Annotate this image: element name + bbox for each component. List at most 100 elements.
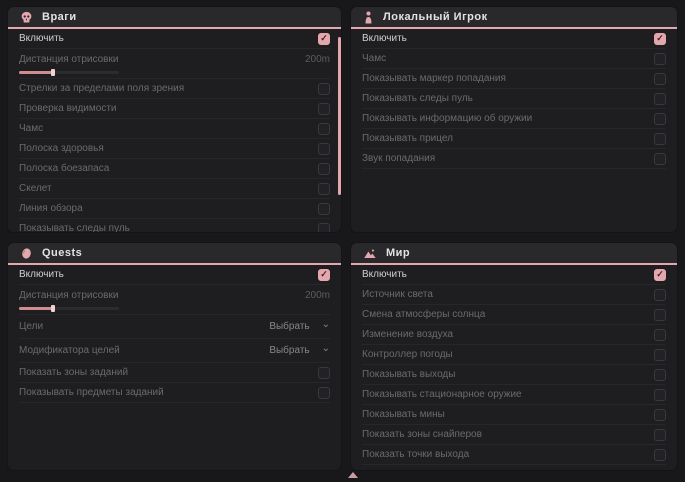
setting-row[interactable]: Звук попадания [362, 149, 666, 169]
checkbox[interactable]: ✓ [318, 33, 330, 45]
setting-row[interactable]: Включить ✓ [19, 265, 330, 285]
setting-label: Чамс [19, 123, 43, 134]
setting-row[interactable]: Смена атмосферы солнца [362, 305, 666, 325]
checkbox[interactable] [654, 289, 666, 301]
panel-enemies: Враги Включить✓ Дистанция отрисовки 200m Ст… [8, 7, 341, 232]
slider-value: 200m [305, 54, 330, 65]
checkbox[interactable] [318, 103, 330, 115]
setting-row[interactable]: Показывать выходы [362, 365, 666, 385]
person-icon [363, 11, 374, 24]
setting-row[interactable]: Показывать следы пуль [362, 89, 666, 109]
checkbox[interactable] [654, 409, 666, 421]
panel-local-player-header[interactable]: Локальный Игрок [351, 7, 677, 29]
scroll-up-indicator-icon[interactable] [348, 472, 358, 478]
checkbox[interactable] [654, 113, 666, 125]
panel-world-header[interactable]: Мир [351, 243, 677, 265]
setting-row[interactable]: Чамс [362, 49, 666, 69]
setting-row[interactable]: Проверка видимости [19, 99, 330, 119]
checkbox[interactable] [654, 93, 666, 105]
setting-label: Показывать предметы заданий [19, 387, 164, 398]
checkbox[interactable] [654, 133, 666, 145]
scrollbar-thumb[interactable] [338, 37, 341, 195]
setting-row[interactable]: Показывать маркер попадания [362, 69, 666, 89]
panel-enemies-header[interactable]: Враги [8, 7, 341, 29]
setting-row[interactable]: Показывать мины [362, 405, 666, 425]
panel-title: Локальный Игрок [383, 11, 488, 23]
checkbox[interactable] [654, 389, 666, 401]
setting-label: Показывать следы пуль [362, 93, 473, 104]
setting-label: Показывать маркер попадания [362, 73, 506, 84]
setting-row[interactable]: Показывать предметы заданий [19, 383, 330, 403]
setting-label: Линия обзора [19, 203, 83, 214]
checkbox[interactable]: ✓ [654, 33, 666, 45]
panel-title: Мир [386, 247, 410, 259]
setting-row: Модификатора целейВыбрать⌄ [19, 339, 330, 363]
setting-row[interactable]: Показать зоны снайперов [362, 425, 666, 445]
checkbox[interactable] [318, 387, 330, 399]
slider[interactable] [19, 71, 119, 74]
setting-row[interactable]: Показывать информацию об оружии [362, 109, 666, 129]
chevron-down-icon: ⌄ [322, 343, 330, 354]
setting-row[interactable]: Показывать стационарное оружие [362, 385, 666, 405]
setting-row[interactable]: Показывать прицел [362, 129, 666, 149]
setting-row[interactable]: Источник света [362, 285, 666, 305]
setting-row: ЦелиВыбрать⌄ [19, 315, 330, 339]
checkbox[interactable] [318, 367, 330, 379]
setting-row[interactable]: Изменение воздуха [362, 325, 666, 345]
checkbox[interactable] [318, 123, 330, 135]
checkbox[interactable] [654, 429, 666, 441]
dropdown[interactable]: Выбрать⌄ [269, 345, 330, 356]
setting-row: Дистанция отрисовки200m [19, 285, 330, 315]
panel-quests-header[interactable]: Quests [8, 243, 341, 265]
setting-label: Включить [19, 269, 64, 280]
setting-row[interactable]: Включить✓ [19, 29, 330, 49]
slider-handle[interactable] [51, 69, 55, 76]
setting-row[interactable]: Показать зоны заданий [19, 363, 330, 383]
checkbox[interactable]: ✓ [654, 269, 666, 281]
checkbox[interactable] [654, 153, 666, 165]
setting-label: Контроллер погоды [362, 349, 453, 360]
checkbox[interactable] [654, 449, 666, 461]
setting-label: Полоска здоровья [19, 143, 104, 154]
panel-local-player: Локальный Игрок Включить✓ Чамс Показывать … [351, 7, 677, 232]
checkbox[interactable] [654, 369, 666, 381]
checkbox[interactable] [654, 73, 666, 85]
setting-label: Дистанция отрисовки [19, 54, 118, 65]
checkbox[interactable] [318, 223, 330, 233]
setting-label: Дистанция отрисовки [19, 290, 118, 301]
setting-row[interactable]: Чамс [19, 119, 330, 139]
setting-row[interactable]: Контроллер погоды [362, 345, 666, 365]
setting-row[interactable]: Скелет [19, 179, 330, 199]
setting-label: Чамс [362, 53, 386, 64]
setting-label: Звук попадания [362, 153, 435, 164]
checkbox[interactable] [318, 163, 330, 175]
checkbox[interactable] [654, 53, 666, 65]
checkbox[interactable] [654, 349, 666, 361]
setting-row[interactable]: Показать точки выхода [362, 445, 666, 465]
checkbox[interactable]: ✓ [318, 269, 330, 281]
setting-label: Включить [362, 269, 407, 280]
setting-row[interactable]: Включить ✓ [362, 265, 666, 285]
setting-row[interactable]: Включить✓ [362, 29, 666, 49]
checkbox[interactable] [318, 203, 330, 215]
panel-quests: Quests Включить ✓ Дистанция отрисовки200mЦ… [8, 243, 341, 470]
setting-label: Скелет [19, 183, 52, 194]
setting-row[interactable]: Линия обзора [19, 199, 330, 219]
slider[interactable] [19, 307, 119, 310]
setting-row[interactable]: Показывать следы пуль [19, 219, 330, 232]
setting-row[interactable]: Полоска боезапаса [19, 159, 330, 179]
checkbox[interactable] [654, 309, 666, 321]
setting-label: Показывать прицел [362, 133, 453, 144]
dropdown[interactable]: Выбрать⌄ [269, 321, 330, 332]
setting-row[interactable]: Стрелки за пределами поля зрения [19, 79, 330, 99]
panel-world: Мир Включить ✓ Источник света Смена атмосфе… [351, 243, 677, 470]
checkbox[interactable] [318, 143, 330, 155]
checkbox[interactable] [318, 83, 330, 95]
chevron-down-icon: ⌄ [322, 319, 330, 330]
setting-label: Показать зоны заданий [19, 367, 128, 378]
checkbox[interactable] [318, 183, 330, 195]
checkbox[interactable] [654, 329, 666, 341]
setting-label: Источник света [362, 289, 433, 300]
slider-handle[interactable] [51, 305, 55, 312]
setting-row[interactable]: Полоска здоровья [19, 139, 330, 159]
